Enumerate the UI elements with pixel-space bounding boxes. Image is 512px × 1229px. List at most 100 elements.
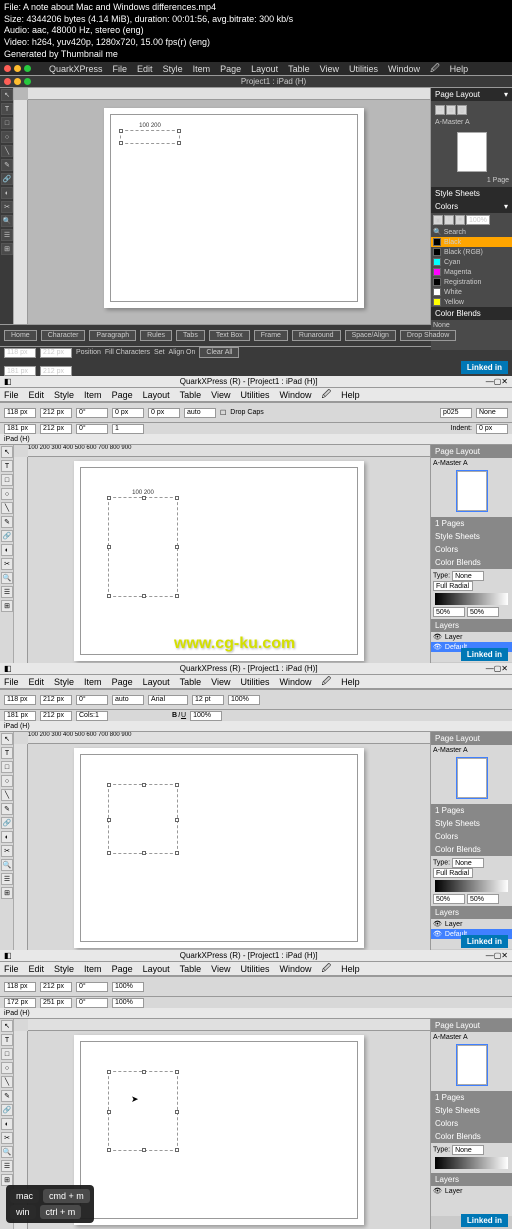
eye-icon[interactable]: 👁 [433, 643, 442, 651]
font-field[interactable]: Arial [148, 695, 188, 705]
rect-tool[interactable]: □ [1, 474, 13, 486]
y-field[interactable]: 181 px [4, 366, 36, 376]
menu-layout[interactable]: Layout [143, 390, 170, 400]
menu-file[interactable]: File [4, 677, 19, 687]
angle-field[interactable]: 0° [76, 408, 108, 418]
tab-textbox[interactable]: Text Box [209, 330, 250, 341]
handle-sw[interactable] [107, 594, 111, 598]
auto-field[interactable]: auto [184, 408, 216, 418]
handle-s[interactable] [142, 1148, 146, 1152]
line-tool[interactable]: ╲ [1, 789, 13, 801]
type-select[interactable]: None [452, 571, 484, 581]
panel-color-blends[interactable]: Color Blends [431, 843, 512, 856]
dropcaps-checkbox[interactable]: ☐ [220, 409, 226, 417]
panel-pages[interactable]: 1 Pages [431, 1091, 512, 1104]
chevron-down-icon[interactable]: ▾ [504, 202, 508, 211]
menu-style[interactable]: Style [163, 64, 183, 74]
color-black-rgb[interactable]: Black (RGB) [431, 247, 512, 257]
handle-s[interactable] [142, 594, 146, 598]
w-field[interactable]: 212 px [40, 982, 72, 992]
scissors-tool[interactable]: ✂ [1, 1132, 13, 1144]
minimize-icon[interactable]: — [486, 377, 494, 386]
opacity-field[interactable]: 100% [228, 695, 260, 705]
panel-style-sheets[interactable]: Style Sheets [431, 530, 512, 543]
pencil-icon[interactable]: 🖉 [322, 387, 332, 403]
menu-edit[interactable]: Edit [29, 677, 45, 687]
handle-n[interactable] [142, 496, 146, 500]
dup-page-icon[interactable]: ⊞ [446, 105, 456, 115]
pan-tool[interactable]: ☰ [1, 229, 13, 241]
table-tool[interactable]: ⊞ [1, 887, 13, 899]
w-field[interactable]: 212 px [40, 348, 72, 358]
menu-page[interactable]: Page [112, 677, 133, 687]
link-tool[interactable]: 🔗 [1, 173, 13, 185]
radial-select[interactable]: Full Radial [433, 581, 473, 591]
italic-button[interactable]: I [178, 712, 180, 719]
menu-style[interactable]: Style [54, 964, 74, 974]
panel-page-layout[interactable]: Page Layout [431, 445, 512, 458]
menu-utilities[interactable]: Utilities [349, 64, 378, 74]
close-icon[interactable]: ✕ [501, 377, 508, 386]
pen-tool[interactable]: ✎ [1, 803, 13, 815]
tab-tabs[interactable]: Tabs [176, 330, 205, 341]
page[interactable] [74, 748, 364, 948]
doc-tab[interactable]: iPad (H) [4, 436, 30, 443]
angle-field[interactable]: 0° [76, 982, 108, 992]
menu-window[interactable]: Window [280, 964, 312, 974]
handle-nw[interactable] [107, 783, 111, 787]
zero-field[interactable]: 0 px [112, 408, 144, 418]
master-name[interactable]: A-Master A [433, 117, 510, 128]
handle-se[interactable] [175, 851, 179, 855]
canvas[interactable]: 100 200 300 400 500 600 700 800 900 [14, 732, 430, 950]
close-icon[interactable]: ✕ [501, 664, 508, 673]
stop2-field[interactable]: 50% [467, 894, 499, 904]
selected-box[interactable]: ➤ [108, 1071, 178, 1151]
panel-layers[interactable]: Layers [431, 619, 512, 632]
handle-se[interactable] [175, 1148, 179, 1152]
selected-box[interactable]: 100 200 [120, 130, 180, 144]
opacity-field[interactable]: 100% [112, 982, 144, 992]
pointer-tool[interactable]: ↖ [1, 1020, 13, 1032]
type-select[interactable]: None [452, 1145, 484, 1155]
handle-n[interactable] [142, 783, 146, 787]
menu-item[interactable]: Item [193, 64, 211, 74]
tab-rules[interactable]: Rules [140, 330, 172, 341]
selected-box[interactable] [108, 784, 178, 854]
handle-w[interactable] [107, 818, 111, 822]
none-field[interactable]: None [476, 408, 508, 418]
layer-row[interactable]: 👁Layer [431, 1186, 512, 1196]
master-name[interactable]: A-Master A [433, 1034, 510, 1041]
page[interactable]: ➤ [74, 1035, 364, 1225]
maximize-icon[interactable]: ▢ [494, 664, 502, 673]
zero-field-2[interactable]: 0 px [148, 408, 180, 418]
rect-tool[interactable]: □ [1, 761, 13, 773]
handle-e[interactable] [175, 545, 179, 549]
type-select[interactable]: None [452, 858, 484, 868]
menu-help[interactable]: Help [341, 677, 360, 687]
x-field[interactable]: 118 px [4, 348, 36, 358]
y-field[interactable]: 181 px [4, 424, 36, 434]
pencil-icon[interactable]: 🖉 [322, 961, 332, 977]
handle-e[interactable] [175, 818, 179, 822]
pointer-tool[interactable]: ↖ [1, 733, 13, 745]
panel-layers[interactable]: Layers [431, 1173, 512, 1186]
h-field[interactable]: 212 px [40, 711, 72, 721]
tab-dropshadow[interactable]: Drop Shadow [400, 330, 456, 341]
panel-style-sheets[interactable]: Style Sheets [431, 1104, 512, 1117]
handle-sw[interactable] [107, 851, 111, 855]
panel-colors[interactable]: Colors▾ [431, 200, 512, 213]
rotate-tool[interactable]: ◐ [1, 831, 13, 843]
menu-help[interactable]: Help [341, 964, 360, 974]
menu-page[interactable]: Page [112, 964, 133, 974]
pen-tool[interactable]: ✎ [1, 159, 13, 171]
h-field[interactable]: 212 px [40, 366, 72, 376]
pan-tool[interactable]: ☰ [1, 586, 13, 598]
menu-view[interactable]: View [320, 64, 339, 74]
cols-field[interactable]: Cols: 1 [76, 711, 108, 721]
opacity2-field[interactable]: 100% [190, 711, 222, 721]
zoom-tool[interactable]: 🔍 [1, 1146, 13, 1158]
opacity2-field[interactable]: 100% [112, 998, 144, 1008]
scissors-tool[interactable]: ✂ [1, 845, 13, 857]
x-field[interactable]: 118 px [4, 695, 36, 705]
rect-tool[interactable]: □ [1, 117, 13, 129]
